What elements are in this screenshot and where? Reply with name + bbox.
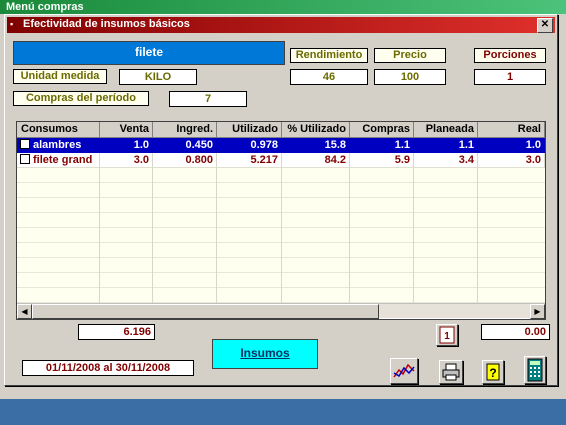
svg-text:1: 1 (444, 331, 450, 342)
parent-window-title: Menú compras (6, 1, 84, 13)
help-button[interactable]: ? (482, 360, 504, 384)
insumos-button[interactable]: Insumos (212, 339, 318, 369)
help-icon: ? (486, 363, 500, 381)
cell-compras: 5.9 (350, 153, 414, 168)
dialog-titlebar[interactable]: ▪ Efectividad de insumos básicos ✕ (7, 17, 555, 33)
calculator-icon (527, 358, 543, 382)
cell-venta: 3.0 (100, 153, 153, 168)
col-pct-utilizado[interactable]: % Utilizado (282, 122, 350, 138)
table-row[interactable]: alambres 1.0 0.450 0.978 15.8 1.1 1.1 1.… (17, 138, 545, 153)
col-real[interactable]: Real (478, 122, 545, 138)
printer-icon (442, 363, 460, 381)
taskbar (0, 399, 566, 425)
parent-window-titlebar: Menú compras (0, 0, 566, 14)
row-checkbox[interactable] (20, 139, 30, 149)
scroll-left-icon[interactable]: ◀ (17, 304, 32, 319)
cell-planeada: 1.1 (414, 138, 478, 153)
cell-utilizado: 0.978 (217, 138, 282, 153)
period-field: 01/11/2008 al 30/11/2008 (22, 360, 194, 376)
compras-periodo-value: 7 (169, 91, 247, 107)
product-name-field[interactable]: filete (13, 41, 285, 65)
cell-pct: 84.2 (282, 153, 350, 168)
cell-real: 3.0 (478, 153, 545, 168)
col-planeada[interactable]: Planeada (414, 122, 478, 138)
table-row[interactable]: filete grand 3.0 0.800 5.217 84.2 5.9 3.… (17, 153, 545, 168)
cell-ingred: 0.450 (153, 138, 217, 153)
compras-periodo-label: Compras del período (13, 91, 149, 106)
porciones-header: Porciones (474, 48, 546, 63)
precio-header: Precio (374, 48, 446, 63)
col-utilizado[interactable]: Utilizado (217, 122, 282, 138)
cell-venta: 1.0 (100, 138, 153, 153)
cell-real: 1.0 (478, 138, 545, 153)
unidad-medida-label: Unidad medida (13, 69, 107, 84)
scroll-right-icon[interactable]: ▶ (530, 304, 545, 319)
col-venta[interactable]: Venta (100, 122, 153, 138)
rendimiento-header: Rendimiento (290, 48, 368, 63)
col-compras[interactable]: Compras (350, 122, 414, 138)
col-consumos[interactable]: Consumos (17, 122, 100, 138)
window-icon: ▪ (10, 19, 14, 29)
horizontal-scrollbar[interactable]: ◀ ▶ (17, 303, 545, 319)
close-button[interactable]: ✕ (537, 18, 553, 33)
scroll-thumb[interactable] (32, 304, 379, 319)
excel-icon: 1 (439, 326, 455, 344)
svg-text:?: ? (489, 366, 496, 380)
print-button[interactable] (439, 360, 463, 384)
calculator-button[interactable] (524, 356, 546, 384)
chart-button[interactable] (390, 358, 418, 384)
cell-pct: 15.8 (282, 138, 350, 153)
chart-icon (393, 363, 415, 378)
cell-planeada: 3.4 (414, 153, 478, 168)
grid-header: Consumos Venta Ingred. Utilizado % Utili… (17, 122, 545, 138)
effectiveness-dialog: ▪ Efectividad de insumos básicos ✕ filet… (4, 14, 558, 386)
cell-utilizado: 5.217 (217, 153, 282, 168)
empty-rows (17, 168, 545, 303)
excel-button[interactable]: 1 (436, 324, 458, 346)
porciones-value: 1 (474, 69, 546, 85)
unidad-medida-value: KILO (119, 69, 197, 85)
dialog-title: Efectividad de insumos básicos (23, 18, 190, 30)
col-ingred[interactable]: Ingred. (153, 122, 217, 138)
total-right: 0.00 (481, 324, 550, 340)
rendimiento-value: 46 (290, 69, 368, 85)
precio-value: 100 (374, 69, 446, 85)
total-left: 6.196 (78, 324, 155, 340)
cell-compras: 1.1 (350, 138, 414, 153)
row-name: alambres (33, 139, 82, 151)
row-name: filete grand (33, 154, 93, 166)
row-checkbox[interactable] (20, 154, 30, 164)
cell-ingred: 0.800 (153, 153, 217, 168)
consumption-grid[interactable]: Consumos Venta Ingred. Utilizado % Utili… (16, 121, 546, 320)
